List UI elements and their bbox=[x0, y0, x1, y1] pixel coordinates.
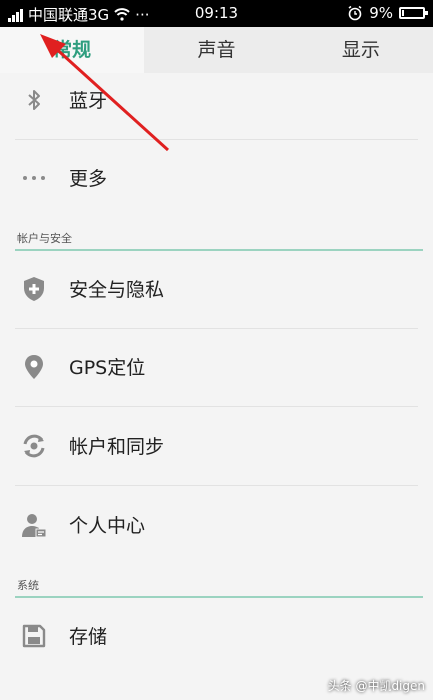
more-dots-icon bbox=[23, 176, 45, 180]
battery-icon bbox=[399, 7, 428, 19]
alarm-icon bbox=[348, 5, 362, 21]
settings-item-label: 个人中心 bbox=[69, 515, 146, 537]
watermark-text: 头条 @中凯digen bbox=[327, 679, 425, 693]
section-title: 帐户与安全 bbox=[17, 232, 72, 245]
settings-item-bluetooth[interactable]: 蓝牙 bbox=[0, 62, 433, 140]
location-pin-icon bbox=[25, 355, 43, 379]
section-header-system: 系统 bbox=[0, 576, 433, 598]
settings-item-label: 存储 bbox=[69, 626, 108, 648]
battery-percent: 9% bbox=[369, 4, 393, 22]
settings-item-label: GPS定位 bbox=[69, 357, 146, 379]
settings-item-security[interactable]: 安全与隐私 bbox=[0, 251, 433, 329]
settings-item-storage[interactable]: 存储 bbox=[0, 598, 433, 676]
settings-item-more[interactable]: 更多 bbox=[0, 140, 433, 218]
section-title: 系统 bbox=[17, 579, 39, 592]
settings-item-label: 更多 bbox=[69, 168, 108, 190]
divider bbox=[15, 485, 418, 486]
settings-item-gps[interactable]: GPS定位 bbox=[0, 329, 433, 407]
storage-save-icon bbox=[22, 624, 46, 648]
status-bar: 中国联通3G ··· 09:13 9% bbox=[0, 0, 433, 27]
shield-icon bbox=[24, 277, 44, 301]
settings-item-label: 帐户和同步 bbox=[69, 436, 165, 458]
bluetooth-icon bbox=[28, 90, 40, 110]
settings-item-label: 蓝牙 bbox=[69, 90, 108, 112]
section-header-account: 帐户与安全 bbox=[0, 229, 433, 251]
settings-item-personal-center[interactable]: 个人中心 bbox=[0, 487, 433, 565]
sync-icon bbox=[23, 434, 45, 458]
divider bbox=[15, 406, 418, 407]
settings-item-label: 安全与隐私 bbox=[69, 279, 165, 301]
settings-item-account-sync[interactable]: 帐户和同步 bbox=[0, 408, 433, 486]
user-profile-icon bbox=[22, 514, 47, 538]
